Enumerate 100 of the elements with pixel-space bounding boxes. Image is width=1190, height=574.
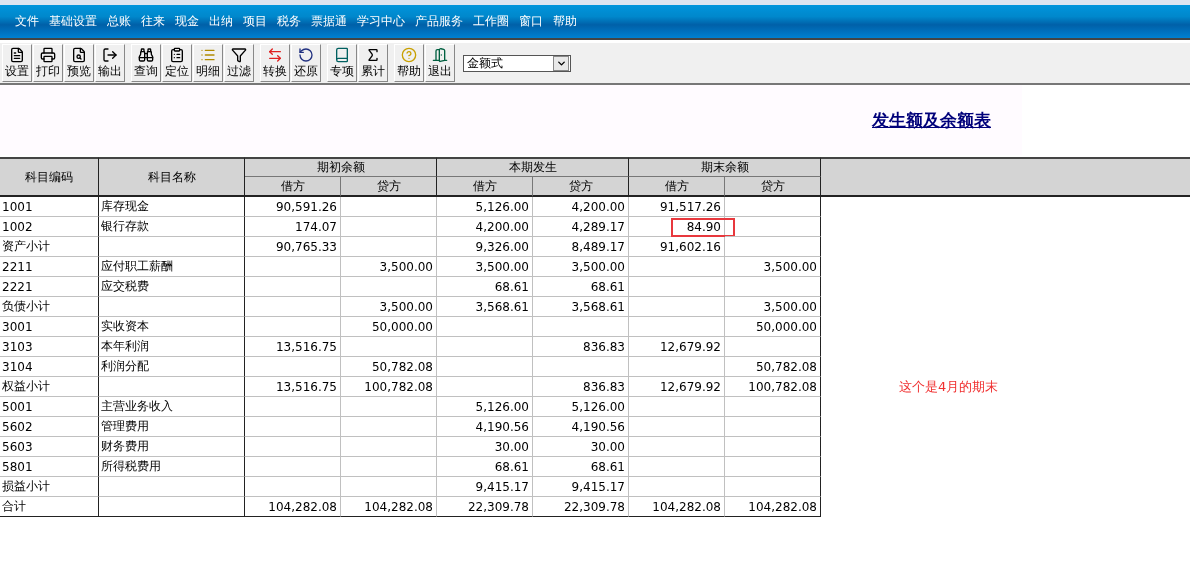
table-cell: 银行存款 xyxy=(99,217,245,237)
menu-item[interactable]: 现金 xyxy=(170,13,204,30)
column-header: 科目名称 xyxy=(99,157,245,197)
menu-item[interactable]: 总账 xyxy=(102,13,136,30)
table-cell: 12,679.92 xyxy=(629,337,725,357)
table-cell: 4,200.00 xyxy=(533,197,629,217)
menu-item[interactable]: 基础设置 xyxy=(44,13,102,30)
table-cell: 4,190.56 xyxy=(533,417,629,437)
column-header: 贷方 xyxy=(533,177,629,197)
toolbar-button[interactable]: 打印 xyxy=(33,44,63,82)
table-cell: 22,309.78 xyxy=(533,497,629,517)
toolbar-button[interactable]: 输出 xyxy=(95,44,125,82)
toolbar-button[interactable]: 帮助 xyxy=(394,44,424,82)
table-cell: 库存现金 xyxy=(99,197,245,217)
menu-item[interactable]: 学习中心 xyxy=(352,13,410,30)
table-cell: 9,415.17 xyxy=(437,477,533,497)
table-cell: 所得税费用 xyxy=(99,457,245,477)
table-cell: 3,500.00 xyxy=(437,257,533,277)
table-cell: 5,126.00 xyxy=(533,397,629,417)
filter-icon xyxy=(231,47,247,63)
toolbar-button[interactable]: 明细 xyxy=(193,44,223,82)
toolbar-button[interactable]: 还原 xyxy=(291,44,321,82)
printer-icon xyxy=(40,47,56,63)
annotation: 这个是4月的期末 xyxy=(899,378,999,396)
table-cell: 100,782.08 xyxy=(341,377,437,397)
column-header: 贷方 xyxy=(341,177,437,197)
table-cell: 合计 xyxy=(0,497,99,517)
table-cell: 5801 xyxy=(0,457,99,477)
table-cell: 3103 xyxy=(0,337,99,357)
table-cell: 836.83 xyxy=(533,337,629,357)
column-header: 借方 xyxy=(629,177,725,197)
table-cell: 90,591.26 xyxy=(245,197,341,217)
menu-item[interactable]: 项目 xyxy=(238,13,272,30)
document-icon xyxy=(9,47,25,63)
door-icon xyxy=(432,47,448,63)
toolbar-button[interactable]: 转换 xyxy=(260,44,290,82)
toolbar-button[interactable]: 设置 xyxy=(2,44,32,82)
table-cell: 3,500.00 xyxy=(341,297,437,317)
swap-arrows-icon xyxy=(267,47,283,63)
table-cell: 3104 xyxy=(0,357,99,377)
table-cell: 4,200.00 xyxy=(437,217,533,237)
column-group-header: 本期发生 xyxy=(437,157,629,177)
menu-item[interactable]: 窗口 xyxy=(514,13,548,30)
clipboard-icon xyxy=(169,47,185,63)
table-cell: 3,500.00 xyxy=(341,257,437,277)
table-cell: 50,782.08 xyxy=(341,357,437,377)
sigma-icon xyxy=(365,47,381,63)
menu-item[interactable]: 票据通 xyxy=(306,13,352,30)
toolbar-button[interactable]: 退出 xyxy=(425,44,455,82)
table-cell: 权益小计 xyxy=(0,377,99,397)
table-cell: 104,282.08 xyxy=(245,497,341,517)
list-icon xyxy=(200,47,216,63)
book-icon xyxy=(334,47,350,63)
toolbar-button[interactable]: 专项 xyxy=(327,44,357,82)
table-cell: 2211 xyxy=(0,257,99,277)
table-cell: 104,282.08 xyxy=(341,497,437,517)
menu-item[interactable]: 文件 xyxy=(10,13,44,30)
table-cell: 50,000.00 xyxy=(725,317,821,337)
menu-item[interactable]: 帮助 xyxy=(548,13,582,30)
table-cell: 5001 xyxy=(0,397,99,417)
column-group-header: 期初余额 xyxy=(245,157,437,177)
table-cell: 3,568.61 xyxy=(533,297,629,317)
table-cell: 30.00 xyxy=(437,437,533,457)
menu-item[interactable]: 出纳 xyxy=(204,13,238,30)
column-header: 借方 xyxy=(437,177,533,197)
table-cell: 8,489.17 xyxy=(533,237,629,257)
toolbar-button[interactable]: 累计 xyxy=(358,44,388,82)
table-cell: 本年利润 xyxy=(99,337,245,357)
table-cell: 104,282.08 xyxy=(629,497,725,517)
table-cell: 30.00 xyxy=(533,437,629,457)
table-cell: 50,000.00 xyxy=(341,317,437,337)
format-dropdown[interactable]: 金额式 xyxy=(463,54,571,72)
toolbar-button[interactable]: 查询 xyxy=(131,44,161,82)
table-cell: 90,765.33 xyxy=(245,237,341,257)
menu-item[interactable]: 产品服务 xyxy=(410,13,468,30)
menu-item[interactable]: 税务 xyxy=(272,13,306,30)
column-header: 借方 xyxy=(245,177,341,197)
table-cell: 4,289.17 xyxy=(533,217,629,237)
table-cell: 主营业务收入 xyxy=(99,397,245,417)
table-cell: 3001 xyxy=(0,317,99,337)
toolbar-button[interactable]: 预览 xyxy=(64,44,94,82)
column-header: 科目编码 xyxy=(0,157,99,197)
table-cell: 4,190.56 xyxy=(437,417,533,437)
table-cell: 13,516.75 xyxy=(245,337,341,357)
table-cell: 68.61 xyxy=(533,457,629,477)
table-cell: 836.83 xyxy=(533,377,629,397)
table-cell: 174.07 xyxy=(245,217,341,237)
menu-item[interactable]: 工作圈 xyxy=(468,13,514,30)
table-cell: 3,500.00 xyxy=(533,257,629,277)
table-cell: 91,517.26 xyxy=(629,197,725,217)
table-cell: 68.61 xyxy=(437,277,533,297)
table-cell: 5602 xyxy=(0,417,99,437)
table-cell: 5,126.00 xyxy=(437,397,533,417)
toolbar-button[interactable]: 过滤 xyxy=(224,44,254,82)
table-cell: 9,415.17 xyxy=(533,477,629,497)
undo-icon xyxy=(298,47,314,63)
table-cell: 9,326.00 xyxy=(437,237,533,257)
toolbar-button[interactable]: 定位 xyxy=(162,44,192,82)
menu-item[interactable]: 往来 xyxy=(136,13,170,30)
table-cell: 负债小计 xyxy=(0,297,99,317)
